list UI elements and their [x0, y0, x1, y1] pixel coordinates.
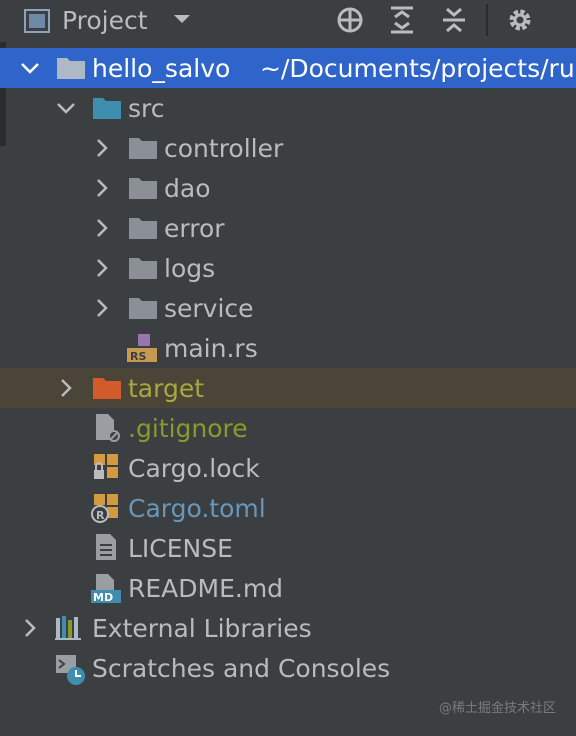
- folder-icon: [128, 252, 158, 286]
- folder-icon: [128, 132, 158, 166]
- tree-item-folder[interactable]: controller: [0, 128, 576, 168]
- folder-label: error: [164, 214, 225, 243]
- file-label: README.md: [128, 574, 284, 603]
- svg-text:MD: MD: [93, 591, 113, 604]
- tree-item-external-libraries[interactable]: External Libraries: [0, 608, 576, 648]
- locate-icon[interactable]: [334, 4, 366, 36]
- folder-label: service: [164, 294, 254, 323]
- item-label: Scratches and Consoles: [92, 654, 391, 683]
- ignored-file-icon: [92, 412, 122, 446]
- tree-item-folder[interactable]: logs: [0, 248, 576, 288]
- watermark: @稀土掘金技术社区: [438, 701, 556, 716]
- file-label: Cargo.lock: [128, 454, 260, 483]
- project-toolbar: Project: [0, 0, 576, 42]
- tree-item-folder[interactable]: error: [0, 208, 576, 248]
- tree-item-file[interactable]: Cargo.lock: [0, 448, 576, 488]
- folder-label: logs: [164, 254, 216, 283]
- tree-item-file[interactable]: MD README.md: [0, 568, 576, 608]
- rust-file-icon: RS: [126, 332, 158, 368]
- tree-item-target[interactable]: target: [0, 368, 576, 408]
- scratches-icon: [54, 652, 88, 690]
- chevron-right-icon[interactable]: [92, 138, 112, 162]
- project-name: hello_salvo: [92, 54, 231, 83]
- item-label: External Libraries: [92, 614, 312, 643]
- svg-text:RS: RS: [130, 350, 146, 363]
- tree-item-folder[interactable]: service: [0, 288, 576, 328]
- svg-text:R: R: [96, 509, 105, 522]
- file-label: main.rs: [164, 334, 258, 363]
- collapse-all-icon[interactable]: [438, 4, 470, 36]
- toolbar-separator: [486, 4, 488, 36]
- gear-icon[interactable]: [504, 4, 536, 36]
- tree-item-scratches[interactable]: Scratches and Consoles: [0, 648, 576, 688]
- markdown-file-icon: MD: [90, 572, 122, 608]
- folder-label: target: [128, 374, 205, 403]
- folder-icon: [128, 292, 158, 326]
- folder-icon: [128, 212, 158, 246]
- chevron-right-icon[interactable]: [20, 618, 40, 642]
- tree-item-folder[interactable]: dao: [0, 168, 576, 208]
- project-path: ~/Documents/projects/ru: [260, 54, 575, 83]
- chevron-right-icon[interactable]: [92, 218, 112, 242]
- expand-all-icon[interactable]: [386, 4, 418, 36]
- text-file-icon: [92, 532, 122, 566]
- excluded-folder-icon: [92, 372, 122, 406]
- panel-title[interactable]: Project: [62, 4, 148, 38]
- source-folder-icon: [92, 92, 122, 126]
- tree-item-file[interactable]: .gitignore: [0, 408, 576, 448]
- file-label: .gitignore: [128, 414, 248, 443]
- tree-item-file[interactable]: LICENSE: [0, 528, 576, 568]
- chevron-right-icon[interactable]: [56, 378, 76, 402]
- lock-file-icon: [92, 452, 122, 486]
- chevron-right-icon[interactable]: [92, 298, 112, 322]
- folder-icon: [128, 172, 158, 206]
- library-icon: [54, 612, 84, 646]
- tree-item-file[interactable]: RS main.rs: [0, 328, 576, 368]
- folder-label: controller: [164, 134, 284, 163]
- chevron-right-icon[interactable]: [92, 178, 112, 202]
- file-label: LICENSE: [128, 534, 233, 563]
- cargo-toml-icon: R: [90, 492, 122, 528]
- folder-label: dao: [164, 174, 211, 203]
- chevron-down-icon[interactable]: [56, 98, 76, 122]
- folder-icon: [56, 52, 86, 86]
- tree-item-root[interactable]: hello_salvo ~/Documents/projects/ru: [0, 48, 576, 88]
- tree-item-src[interactable]: src: [0, 88, 576, 128]
- project-view-icon: [24, 9, 50, 37]
- folder-label: src: [128, 94, 165, 123]
- chevron-right-icon[interactable]: [92, 258, 112, 282]
- file-label: Cargo.toml: [128, 494, 266, 523]
- chevron-down-icon[interactable]: [20, 58, 40, 82]
- tree-item-file[interactable]: R Cargo.toml: [0, 488, 576, 528]
- chevron-down-icon[interactable]: [172, 9, 192, 33]
